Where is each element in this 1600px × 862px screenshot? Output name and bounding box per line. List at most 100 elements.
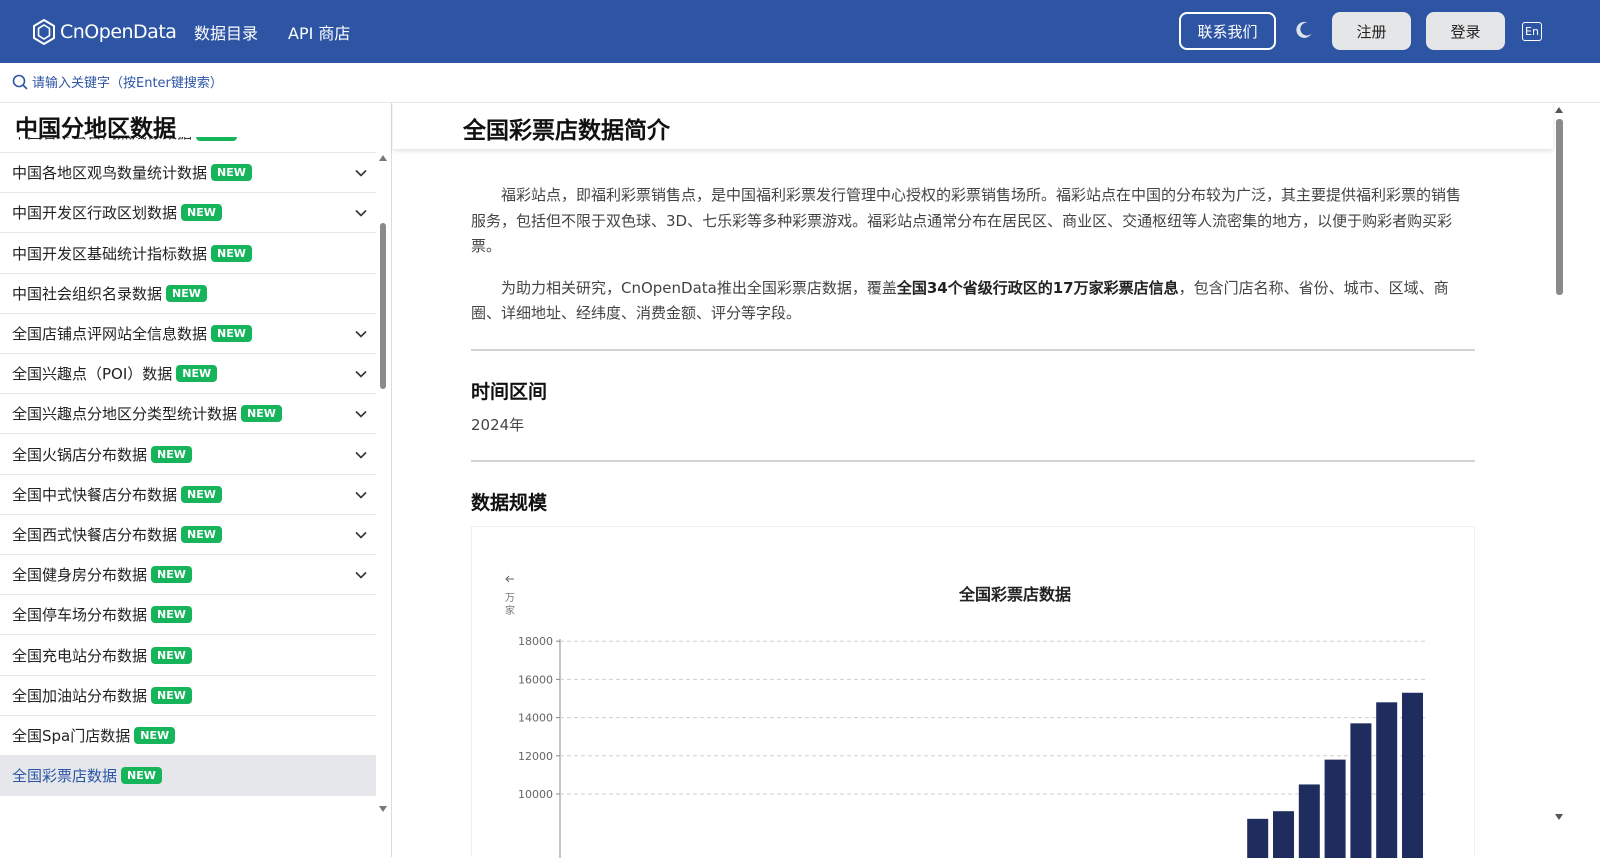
new-badge: NEW [151, 566, 192, 584]
sidebar-item-label: 全国停车场分布数据 [12, 606, 148, 625]
sidebar-item[interactable]: 全国停车场分布数据 NEW [0, 595, 376, 636]
sidebar-scroll-up[interactable] [379, 155, 387, 161]
y-tick-label: 16000 [518, 673, 553, 686]
chart-bar [1298, 784, 1320, 862]
main-scroll-down[interactable] [1555, 814, 1563, 820]
chevron-down-icon[interactable] [354, 367, 368, 381]
time-range-title: 时间区间 [471, 380, 548, 403]
page-title: 全国彩票店数据简介 [463, 118, 670, 144]
chevron-down-icon[interactable] [354, 206, 368, 220]
y-tick-label: 10000 [518, 788, 553, 801]
new-badge: NEW [211, 164, 252, 182]
sidebar-item[interactable]: 全国中式快餐店分布数据 NEW [0, 475, 376, 515]
sidebar-scroll-down[interactable] [379, 806, 387, 812]
chevron-down-icon[interactable] [354, 448, 368, 462]
sidebar-item[interactable]: 中国开发区行政区划数据 NEW [0, 193, 376, 234]
sidebar-item[interactable]: 全国店铺点评网站全信息数据 NEW [0, 314, 376, 354]
chart-container: 全国彩票店数据 万家 10000 12000 14000 16000 18000 [471, 526, 1475, 862]
time-range-value: 2024年 [471, 415, 525, 434]
sidebar-item-label: 中国社会组织名录数据 [12, 284, 163, 303]
nav-api-store[interactable]: API 商店 [288, 20, 350, 44]
coverage-text-pre: 为助力相关研究，CnOpenData推出全国彩票店数据，覆盖 [501, 278, 897, 297]
new-badge: NEW [211, 325, 252, 342]
new-badge: NEW [121, 767, 162, 785]
divider [471, 459, 1475, 462]
chart-bar [1273, 811, 1294, 862]
divider [471, 348, 1475, 351]
main-scroll-up[interactable] [1555, 107, 1563, 113]
sidebar-title: 中国分地区数据 [0, 103, 376, 142]
sidebar-item-label: 全国西式快餐店分布数据 [12, 526, 178, 544]
sidebar-item[interactable]: 中国开发区基础统计指标数据 NEW [0, 234, 376, 274]
login-button[interactable]: 登录 [1426, 12, 1505, 50]
new-badge: NEW [151, 606, 192, 624]
data-scale-title: 数据规模 [471, 491, 548, 514]
intro-paragraph: 福彩站点，即福利彩票销售点，是中国福利彩票发行管理中心授权的彩票销售场所。福彩站… [471, 186, 1462, 255]
y-tick-label: 14000 [518, 712, 553, 725]
axis-arrow-icon [505, 575, 514, 583]
sidebar-scrollbar[interactable] [380, 223, 386, 389]
sidebar-list: 中国省市县日间热成像数据NEW中国各地区观鸟数量统计数据NEW中国开发区行政区划… [0, 135, 376, 857]
sidebar-item-label: 全国彩票店数据 [12, 767, 118, 786]
chevron-down-icon[interactable] [354, 568, 368, 582]
new-badge: NEW [181, 485, 222, 503]
new-badge: NEW [241, 405, 282, 423]
search-bar [0, 63, 1600, 103]
sidebar-item[interactable]: 全国加油站分布数据 NEW [0, 676, 376, 716]
chevron-down-icon[interactable] [354, 166, 368, 180]
search-icon [12, 74, 28, 90]
sidebar-item-label: 中国开发区基础统计指标数据 [12, 244, 208, 263]
sidebar-item-label: 全国火锅店分布数据 [12, 445, 148, 464]
logo-text: CnOpenData [60, 21, 177, 43]
new-badge: NEW [134, 727, 176, 744]
new-badge: NEW [151, 445, 192, 463]
logo-hexagon-icon [33, 19, 55, 45]
sidebar-item[interactable]: 全国兴趣点分地区分类型统计数据 NEW [0, 394, 376, 435]
sidebar-item[interactable]: 中国社会组织名录数据 NEW [0, 274, 376, 314]
new-badge: NEW [211, 244, 252, 262]
search-input[interactable] [32, 72, 632, 94]
sidebar-item[interactable]: 全国Spa门店数据 NEW [0, 716, 376, 756]
y-axis-label: 万家 [505, 593, 515, 617]
y-tick-label: 12000 [518, 750, 553, 763]
sidebar-item[interactable]: 全国健身房分布数据 NEW [0, 555, 376, 596]
main-scrollbar[interactable] [1556, 119, 1563, 295]
new-badge: NEW [176, 365, 218, 383]
sidebar-item-label: 全国健身房分布数据 [12, 566, 148, 585]
sidebar-item[interactable]: 全国兴趣点（POI）数据 NEW [0, 354, 376, 395]
language-toggle[interactable]: En [1522, 22, 1542, 41]
main-header: 全国彩票店数据简介 [393, 103, 1553, 149]
chevron-down-icon[interactable] [354, 327, 368, 341]
nav-data-catalog[interactable]: 数据目录 [194, 20, 258, 44]
sidebar-item-label: 全国兴趣点（POI）数据 [12, 365, 173, 384]
sidebar-item[interactable]: 全国火锅店分布数据 NEW [0, 435, 376, 475]
logo[interactable]: CnOpenData [32, 17, 177, 47]
top-navbar: CnOpenData 数据目录 API 商店 联系我们 注册 登录 En [0, 0, 1600, 63]
sidebar-item[interactable]: 全国彩票店数据 NEW [0, 756, 376, 797]
new-badge: NEW [151, 686, 192, 704]
sidebar-item-label: 中国各地区观鸟数量统计数据 [12, 164, 208, 183]
chart-bar [1376, 702, 1398, 862]
chart-bar [1247, 818, 1269, 862]
new-badge: NEW [181, 204, 222, 222]
sidebar-item[interactable]: 全国充电站分布数据 NEW [0, 636, 376, 676]
coverage-paragraph: 为助力相关研究，CnOpenData推出全国彩票店数据，覆盖全国34个省级行政区… [471, 276, 1475, 327]
new-badge: NEW [151, 646, 192, 664]
contact-us-button[interactable]: 联系我们 [1179, 12, 1276, 50]
chevron-down-icon[interactable] [354, 488, 368, 502]
sidebar-item[interactable]: 中国各地区观鸟数量统计数据 NEW [0, 153, 376, 194]
new-badge: NEW [181, 526, 222, 543]
sidebar-item-label: 全国Spa门店数据 [12, 727, 131, 745]
sidebar-item[interactable]: 全国西式快餐店分布数据 NEW [0, 515, 376, 555]
chart-bar [1350, 723, 1372, 862]
chevron-down-icon[interactable] [354, 528, 368, 542]
chart-bar [1402, 692, 1423, 862]
chevron-down-icon[interactable] [354, 407, 368, 421]
chart-bar [1324, 759, 1346, 862]
chart-title: 全国彩票店数据 [958, 585, 1071, 604]
sidebar: 中国省市县日间热成像数据NEW中国各地区观鸟数量统计数据NEW中国开发区行政区划… [0, 103, 392, 857]
new-badge: NEW [166, 284, 207, 302]
y-tick-label: 18000 [518, 635, 553, 648]
moon-icon[interactable] [1294, 20, 1314, 40]
register-button[interactable]: 注册 [1332, 12, 1411, 50]
